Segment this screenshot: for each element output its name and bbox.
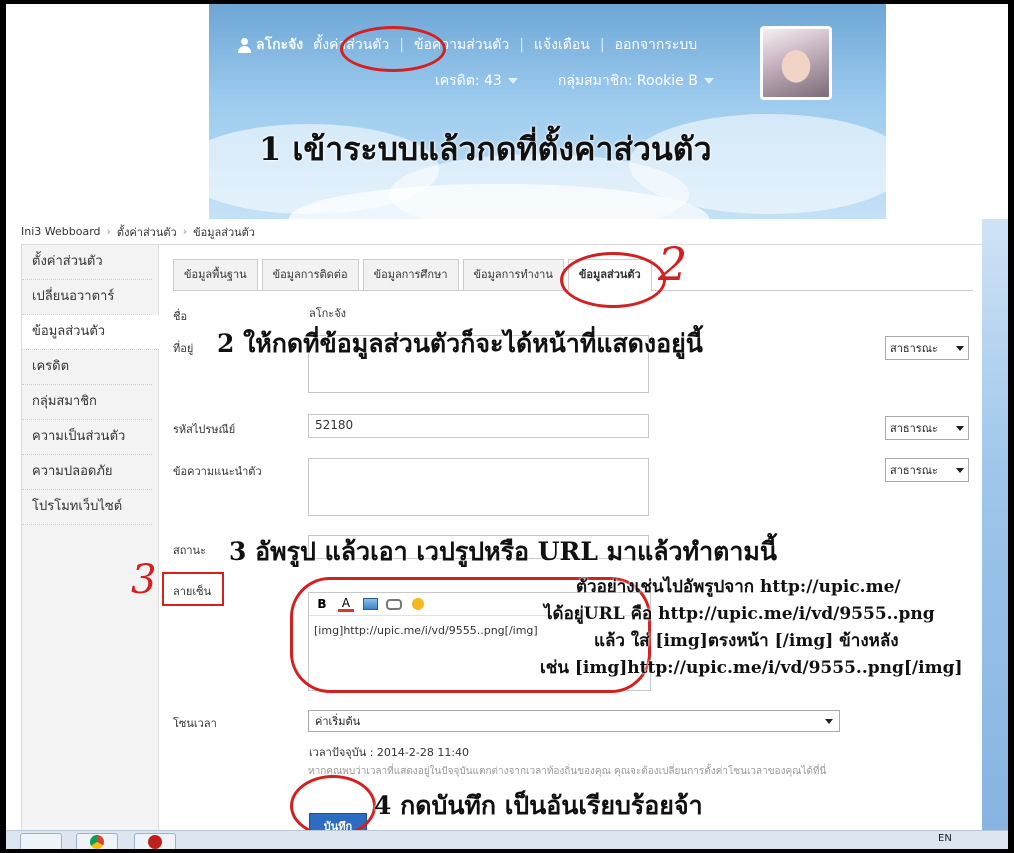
chevron-down-icon — [825, 718, 833, 724]
bio-field[interactable] — [308, 458, 649, 516]
breadcrumb: Ini3 Webboard › ตั้งค่าส่วนตัว › ข้อมูลส… — [21, 219, 255, 244]
nav-divider: | — [519, 37, 524, 53]
taskbar-app-chrome[interactable] — [76, 833, 118, 849]
sidebar-item-privacy[interactable]: ความเป็นส่วนตัว — [22, 420, 152, 455]
breadcrumb-settings[interactable]: ตั้งค่าส่วนตัว — [117, 223, 177, 241]
highlight-circle-settings — [340, 26, 446, 72]
header-banner: ลโกะจัง ตั้งค่าส่วนตัว | ข้อความส่วนตัว … — [209, 4, 886, 219]
step1-caption: 1 เข้าระบบแล้วกดที่ตั้งค่าส่วนตัว — [259, 130, 712, 168]
sidebar-item-usergroup[interactable]: กลุ่มสมาชิก — [22, 385, 152, 420]
privacy-select-zip[interactable]: สาธารณะ — [885, 416, 969, 440]
sidebar-item-security[interactable]: ความปลอดภัย — [22, 455, 152, 490]
user-stats: เครดิต: 43 กลุ่มสมาชิก: Rookie B — [435, 70, 714, 92]
sidebar-item-settings[interactable]: ตั้งค่าส่วนตัว — [22, 245, 152, 280]
highlight-box-signature — [162, 572, 224, 606]
step2-caption: 2 ให้กดที่ข้อมูลส่วนตัวก็จะได้หน้าที่แสด… — [217, 329, 703, 358]
credit-menu[interactable]: เครดิต: 43 — [435, 70, 518, 92]
bio-label: ข้อความแนะนำตัว — [173, 465, 262, 478]
annotation-mark-3: 3 — [131, 557, 157, 603]
privacy-value: สาธารณะ — [890, 464, 938, 477]
status-label: สถานะ — [173, 544, 206, 557]
screenshot-frame: ลโกะจัง ตั้งค่าส่วนตัว | ข้อความส่วนตัว … — [6, 4, 1008, 849]
tab-basic[interactable]: ข้อมูลพื้นฐาน — [173, 259, 258, 290]
step4-caption: 4 กดบันทึก เป็นอันเรียบร้อยจ้า — [374, 791, 703, 820]
step3-caption: 3 อัพรูป แล้วเอา เวปรูปหรือ URL มาแล้วทำ… — [229, 537, 777, 566]
example-line-1: ตัวอย่างเช่นไปอัพรูปจาก http://upic.me/ — [576, 577, 901, 597]
record-icon — [148, 835, 162, 849]
chevron-down-icon — [507, 78, 518, 84]
chevron-down-icon — [703, 78, 714, 84]
nav-divider: | — [599, 37, 605, 53]
chevron-down-icon — [956, 467, 964, 473]
current-time: เวลาปัจจุบัน : 2014-2-28 11:40 — [309, 746, 470, 759]
user-nav: ลโกะจัง ตั้งค่าส่วนตัว | ข้อความส่วนตัว … — [237, 34, 697, 56]
breadcrumb-home[interactable]: Ini3 Webboard — [21, 225, 101, 238]
privacy-value: สาธารณะ — [890, 422, 938, 435]
timezone-select[interactable]: ค่าเริ่มต้น — [308, 710, 840, 732]
user-link[interactable]: ลโกะจัง — [237, 34, 303, 56]
sidebar-item-avatar[interactable]: เปลี่ยนอวาตาร์ — [22, 280, 152, 315]
timezone-value: ค่าเริ่มต้น — [315, 715, 361, 728]
taskbar: EN — [6, 830, 1008, 849]
chevron-right-icon: › — [106, 225, 111, 238]
chevron-down-icon — [956, 345, 964, 351]
chrome-icon — [90, 835, 104, 849]
username: ลโกะจัง — [256, 37, 304, 53]
sidebar-item-credit[interactable]: เครดิต — [22, 350, 152, 385]
annotation-mark-2: 2 — [658, 237, 688, 291]
tab-work[interactable]: ข้อมูลการทำงาน — [462, 259, 564, 290]
example-line-4: เช่น [img]http://upic.me/i/vd/9555..png[… — [540, 658, 963, 678]
sidebar-item-profile[interactable]: ข้อมูลส่วนตัว — [22, 315, 159, 350]
language-indicator[interactable]: EN — [938, 833, 952, 844]
name-label: ชื่อ — [173, 310, 188, 323]
privacy-select-bio[interactable]: สาธารณะ — [885, 458, 969, 482]
zip-field[interactable]: 52180 — [308, 414, 649, 438]
timezone-note: หากคุณพบว่าเวลาที่แสดงอยู่ในปัจจุบันแตกต… — [308, 766, 827, 777]
user-icon — [237, 37, 252, 53]
tab-education[interactable]: ข้อมูลการศึกษา — [362, 259, 459, 290]
breadcrumb-current: ข้อมูลส่วนตัว — [193, 225, 255, 239]
privacy-value: สาธารณะ — [890, 342, 938, 355]
address-label: ที่อยู่ — [173, 342, 194, 355]
nav-logout-link[interactable]: ออกจากระบบ — [615, 34, 698, 56]
chevron-down-icon — [956, 425, 964, 431]
example-line-2: ได้อยู่URL คือ http://upic.me/i/vd/9555.… — [544, 604, 935, 624]
example-line-3: แล้ว ใส่ [img]ตรงหน้า [/img] ข้างหลัง — [594, 631, 899, 651]
start-button[interactable] — [20, 833, 62, 849]
group-text: กลุ่มสมาชิก: Rookie B — [557, 73, 698, 89]
group-menu[interactable]: กลุ่มสมาชิก: Rookie B — [558, 70, 714, 92]
timezone-label: โซนเวลา — [173, 717, 217, 730]
tab-contact[interactable]: ข้อมูลการติดต่อ — [261, 259, 359, 290]
name-value: ลโกะจัง — [309, 307, 347, 320]
zip-label: รหัสไปรษณีย์ — [173, 423, 236, 436]
chevron-right-icon: › — [182, 225, 188, 238]
highlight-circle-save — [290, 775, 376, 837]
sidebar-item-promotion[interactable]: โปรโมทเว็บไซต์ — [22, 490, 152, 525]
taskbar-app-media[interactable] — [134, 833, 176, 849]
nav-notifications-link[interactable]: แจ้งเตือน — [534, 34, 590, 56]
highlight-circle-tab — [560, 252, 666, 308]
sidebar: ตั้งค่าส่วนตัว เปลี่ยนอวาตาร์ ข้อมูลส่วน… — [22, 245, 159, 835]
page-background-edge — [982, 219, 1008, 849]
credit-text: เครดิต: 43 — [435, 73, 502, 89]
avatar[interactable] — [760, 26, 832, 100]
privacy-select-address[interactable]: สาธารณะ — [885, 336, 969, 360]
